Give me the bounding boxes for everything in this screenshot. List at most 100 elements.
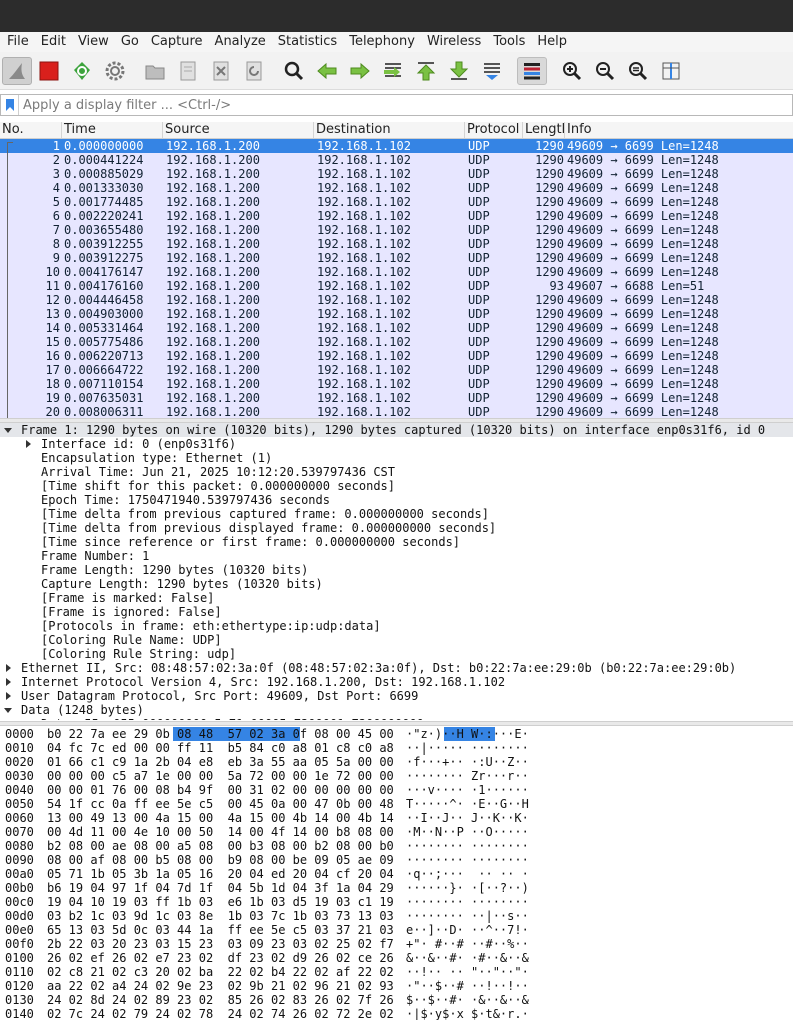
detail-line[interactable]: Arrival Time: Jun 21, 2025 10:12:20.5397… <box>0 465 793 479</box>
detail-line[interactable]: [Time delta from previous displayed fram… <box>0 521 793 535</box>
detail-line[interactable]: [Time delta from previous captured frame… <box>0 507 793 521</box>
hex-row[interactable]: 0020 01 66 c1 c9 1a 2b 04 e8 eb 3a 55 aa … <box>0 755 793 769</box>
go-to-packet-icon[interactable] <box>378 57 408 85</box>
hex-row[interactable]: 0040 00 00 01 76 00 08 b4 9f 00 31 02 00 … <box>0 783 793 797</box>
column-header-time[interactable]: Time <box>62 122 163 138</box>
expand-right-icon[interactable] <box>2 689 14 703</box>
go-first-packet-icon[interactable] <box>411 57 441 85</box>
hex-row[interactable]: 0090 08 00 af 08 00 b5 08 00 b9 08 00 be … <box>0 853 793 867</box>
hex-row[interactable]: 00b0 b6 19 04 97 1f 04 7d 1f 04 5b 1d 04 … <box>0 881 793 895</box>
detail-line[interactable]: Encapsulation type: Ethernet (1) <box>0 451 793 465</box>
detail-line[interactable]: User Datagram Protocol, Src Port: 49609,… <box>0 689 793 703</box>
packet-row[interactable]: 4 0.001333030 192.168.1.200 192.168.1.102 UD… <box>0 181 793 195</box>
detail-line[interactable]: Ethernet II, Src: 08:48:57:02:3a:0f (08:… <box>0 661 793 675</box>
expand-right-icon[interactable] <box>22 437 34 451</box>
hex-row[interactable]: 00c0 19 04 10 19 03 ff 1b 03 e6 1b 03 d5 … <box>0 895 793 909</box>
packet-row[interactable]: 18 0.007110154 192.168.1.200 192.168.1.102 U… <box>0 377 793 391</box>
packet-row[interactable]: 15 0.005775486 192.168.1.200 192.168.1.102 U… <box>0 335 793 349</box>
hex-row[interactable]: 0000 b0 22 7a ee 29 0b 08 48 57 02 3a 0f … <box>0 727 793 741</box>
detail-line[interactable]: Data (1248 bytes) <box>0 703 793 717</box>
shark-fin-start-icon[interactable] <box>2 57 32 85</box>
packet-row[interactable]: 1 0.000000000 192.168.1.200 192.168.1.102 UD… <box>0 139 793 153</box>
packet-row[interactable]: 12 0.004446458 192.168.1.200 192.168.1.102 U… <box>0 293 793 307</box>
display-filter-input[interactable] <box>19 95 779 115</box>
packet-row[interactable]: 13 0.004903000 192.168.1.200 192.168.1.102 U… <box>0 307 793 321</box>
detail-line[interactable]: Interface id: 0 (enp0s31f6) <box>0 437 793 451</box>
packet-row[interactable]: 14 0.005331464 192.168.1.200 192.168.1.102 U… <box>0 321 793 335</box>
menu-go[interactable]: Go <box>117 32 143 52</box>
detail-line[interactable]: Frame Length: 1290 bytes (10320 bits) <box>0 563 793 577</box>
pane-splitter[interactable] <box>0 721 793 726</box>
hex-row[interactable]: 0030 00 00 00 c5 a7 1e 00 00 5a 72 00 00 … <box>0 769 793 783</box>
hex-row[interactable]: 0080 b2 08 00 ae 08 00 a5 08 00 b3 08 00 … <box>0 839 793 853</box>
detail-line[interactable]: [Coloring Rule String: udp] <box>0 647 793 661</box>
hex-row[interactable]: 0060 13 00 49 13 00 4a 15 00 4a 15 00 4b … <box>0 811 793 825</box>
zoom-out-icon[interactable] <box>590 57 620 85</box>
column-header-no[interactable]: No. <box>0 122 62 138</box>
hex-row[interactable]: 00d0 03 b2 1c 03 9d 1c 03 8e 1b 03 7c 1b … <box>0 909 793 923</box>
hex-row[interactable]: 00f0 2b 22 03 20 23 03 15 23 03 09 23 03 … <box>0 937 793 951</box>
bookmark-icon[interactable] <box>1 95 19 115</box>
go-back-arrow-icon[interactable] <box>312 57 342 85</box>
menu-edit[interactable]: Edit <box>37 32 70 52</box>
hex-row[interactable]: 0110 02 c8 21 02 c3 20 02 ba 22 02 b4 22 … <box>0 965 793 979</box>
packet-row[interactable]: 7 0.003655480 192.168.1.200 192.168.1.102 UD… <box>0 223 793 237</box>
hex-row[interactable]: 0120 aa 22 02 a4 24 02 9e 23 02 9b 21 02 … <box>0 979 793 993</box>
stop-capture-icon[interactable] <box>34 57 64 85</box>
detail-line[interactable]: [Time since reference or first frame: 0.… <box>0 535 793 549</box>
packet-row[interactable]: 2 0.000441224 192.168.1.200 192.168.1.102 UD… <box>0 153 793 167</box>
detail-line[interactable]: [Protocols in frame: eth:ethertype:ip:ud… <box>0 619 793 633</box>
hex-row[interactable]: 0070 00 4d 11 00 4e 10 00 50 14 00 4f 14 … <box>0 825 793 839</box>
packet-row[interactable]: 16 0.006220713 192.168.1.200 192.168.1.102 U… <box>0 349 793 363</box>
close-file-icon[interactable] <box>206 57 236 85</box>
hex-row[interactable]: 0140 02 7c 24 02 79 24 02 78 24 02 74 26 … <box>0 1007 793 1020</box>
menu-statistics[interactable]: Statistics <box>274 32 341 52</box>
auto-scroll-icon[interactable] <box>477 57 507 85</box>
expand-right-icon[interactable] <box>2 661 14 675</box>
column-header-protocol[interactable]: Protocol <box>465 122 523 138</box>
packet-row[interactable]: 6 0.002220241 192.168.1.200 192.168.1.102 UD… <box>0 209 793 223</box>
column-header-length[interactable]: Length <box>523 122 565 138</box>
hex-row[interactable]: 00e0 65 13 03 5d 0c 03 44 1a ff ee 5e c5 … <box>0 923 793 937</box>
go-forward-arrow-icon[interactable] <box>345 57 375 85</box>
packet-row[interactable]: 5 0.001774485 192.168.1.200 192.168.1.102 UD… <box>0 195 793 209</box>
menu-telephony[interactable]: Telephony <box>345 32 419 52</box>
open-folder-icon[interactable] <box>140 57 170 85</box>
menu-help[interactable]: Help <box>533 32 571 52</box>
packet-row[interactable]: 10 0.004176147 192.168.1.200 192.168.1.102 U… <box>0 265 793 279</box>
packet-row[interactable]: 8 0.003912255 192.168.1.200 192.168.1.102 UD… <box>0 237 793 251</box>
detail-line[interactable]: Data: 55ca055a000000000c5a71a00005a72000… <box>0 717 793 720</box>
expand-right-icon[interactable] <box>2 675 14 689</box>
normal-size-icon[interactable] <box>623 57 653 85</box>
column-header-info[interactable]: Info <box>565 122 793 138</box>
menu-view[interactable]: View <box>74 32 113 52</box>
menu-tools[interactable]: Tools <box>489 32 529 52</box>
resize-columns-icon[interactable] <box>656 57 686 85</box>
menu-capture[interactable]: Capture <box>147 32 207 52</box>
go-last-packet-icon[interactable] <box>444 57 474 85</box>
packet-row[interactable]: 19 0.007635031 192.168.1.200 192.168.1.102 U… <box>0 391 793 405</box>
restart-capture-icon[interactable] <box>67 57 97 85</box>
detail-line[interactable]: [Coloring Rule Name: UDP] <box>0 633 793 647</box>
detail-line[interactable]: Frame 1: 1290 bytes on wire (10320 bits)… <box>0 423 793 437</box>
packet-row[interactable]: 9 0.003912275 192.168.1.200 192.168.1.102 UD… <box>0 251 793 265</box>
reload-file-icon[interactable] <box>239 57 269 85</box>
detail-line[interactable]: Epoch Time: 1750471940.539797436 seconds <box>0 493 793 507</box>
detail-line[interactable]: Internet Protocol Version 4, Src: 192.16… <box>0 675 793 689</box>
detail-line[interactable]: [Frame is marked: False] <box>0 591 793 605</box>
detail-line[interactable]: Capture Length: 1290 bytes (10320 bits) <box>0 577 793 591</box>
column-header-source[interactable]: Source <box>163 122 314 138</box>
menu-file[interactable]: File <box>3 32 33 52</box>
capture-options-gear-icon[interactable] <box>100 57 130 85</box>
expand-down-icon[interactable] <box>2 703 14 717</box>
menu-analyze[interactable]: Analyze <box>211 32 270 52</box>
save-file-icon[interactable] <box>173 57 203 85</box>
detail-line[interactable]: Frame Number: 1 <box>0 549 793 563</box>
find-packet-icon[interactable] <box>279 57 309 85</box>
hex-row[interactable]: 00a0 05 71 1b 05 3b 1a 05 16 20 04 ed 20 … <box>0 867 793 881</box>
column-header-destination[interactable]: Destination <box>314 122 465 138</box>
hex-row[interactable]: 0050 54 1f cc 0a ff ee 5e c5 00 45 0a 00 … <box>0 797 793 811</box>
hex-row[interactable]: 0010 04 fc 7c ed 00 00 ff 11 b5 84 c0 a8 … <box>0 741 793 755</box>
detail-line[interactable]: [Time shift for this packet: 0.000000000… <box>0 479 793 493</box>
packet-row[interactable]: 11 0.004176160 192.168.1.200 192.168.1.102 U… <box>0 279 793 293</box>
